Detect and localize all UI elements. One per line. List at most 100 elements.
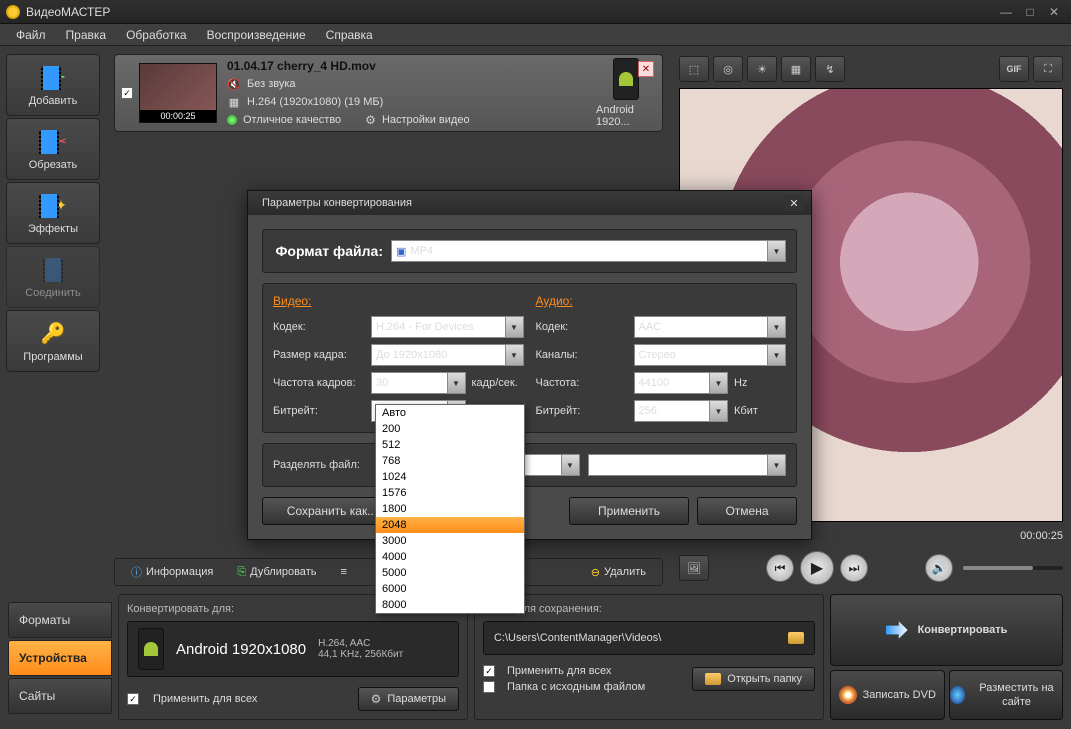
video-codec-combo[interactable]: H.264 - For Devices▼ (371, 316, 524, 338)
sidebar-add-label: Добавить (29, 95, 78, 107)
codec-icon: ▦ (227, 95, 241, 109)
dialog-close-button[interactable]: ✕ (785, 195, 803, 211)
speed-tool[interactable]: ↯ (815, 56, 845, 82)
sidebar-programs-label: Программы (23, 351, 82, 363)
file-thumbnail[interactable]: 00:00:25 (139, 63, 217, 123)
sidebar-programs[interactable]: 🔑Программы (6, 310, 100, 372)
phone-icon (613, 58, 639, 100)
snapshot-button[interactable]: 🖼 (679, 555, 709, 581)
android-icon (619, 72, 633, 86)
bitrate-option[interactable]: 512 (376, 437, 524, 453)
applyall-label: Применить для всех (153, 693, 257, 705)
video-fps-combo[interactable]: 30▼ (371, 372, 466, 394)
bitrate-option[interactable]: Авто (376, 405, 524, 421)
next-button[interactable]: ⏭ (840, 554, 868, 582)
bitrate-option[interactable]: 5000 (376, 565, 524, 581)
menubar: Файл Правка Обработка Воспроизведение Сп… (0, 24, 1071, 46)
browse-folder-button[interactable] (788, 632, 804, 644)
play-button[interactable]: ▶ (800, 551, 834, 585)
sidebar-effects[interactable]: ✦Эффекты (6, 182, 100, 244)
quality-led-icon (227, 115, 237, 125)
file-nosound: Без звука (247, 78, 296, 90)
audio-channels-combo[interactable]: Стерео▼ (634, 344, 787, 366)
bitrate-option[interactable]: 200 (376, 421, 524, 437)
volume-slider[interactable] (963, 566, 1063, 570)
bitrate-option[interactable]: 1024 (376, 469, 524, 485)
format-combo[interactable]: ▣MP4▼ (391, 240, 786, 262)
menu-process[interactable]: Обработка (116, 25, 197, 45)
format-label: Формат файла: (273, 243, 383, 259)
file-card[interactable]: ✓ 00:00:25 01.04.17 cherry_4 HD.mov 🔇Без… (114, 54, 663, 132)
bitrate-option[interactable]: 3000 (376, 533, 524, 549)
thumb-duration: 00:00:25 (140, 110, 216, 122)
split-unit-combo[interactable]: ▼ (588, 454, 787, 476)
file-checkbox[interactable]: ✓ (121, 87, 133, 99)
tab-devices[interactable]: Устройства (8, 640, 112, 676)
convert-button[interactable]: Конвертировать (830, 594, 1063, 666)
conversion-params-dialog: Параметры конвертирования ✕ Формат файла… (247, 190, 812, 540)
bitrate-option[interactable]: 2048 (376, 517, 524, 533)
folder-applyall-checkbox[interactable]: ✓ (483, 665, 495, 677)
bitrate-option[interactable]: 1800 (376, 501, 524, 517)
menu-playback[interactable]: Воспроизведение (197, 25, 316, 45)
bitrate-option[interactable]: 8000 (376, 597, 524, 613)
sidebar-trim-label: Обрезать (29, 159, 78, 171)
tab-formats[interactable]: Форматы (8, 602, 112, 638)
brightness-tool[interactable]: ☀ (747, 56, 777, 82)
minimize-button[interactable]: — (995, 4, 1017, 20)
list-button[interactable]: ≡ (332, 563, 354, 581)
bitrate-option[interactable]: 1576 (376, 485, 524, 501)
delete-button[interactable]: ⊖Удалить (583, 563, 654, 582)
close-button[interactable]: ✕ (1043, 4, 1065, 20)
bitrate-option[interactable]: 4000 (376, 549, 524, 565)
applyall-checkbox[interactable]: ✓ (127, 693, 139, 705)
apply-button[interactable]: Применить (569, 497, 689, 525)
sidebar-trim[interactable]: ✂Обрезать (6, 118, 100, 180)
open-folder-button[interactable]: Открыть папку (692, 667, 815, 691)
file-quality: Отличное качество (243, 114, 341, 126)
publish-button[interactable]: Разместить на сайте (949, 670, 1064, 720)
convert-arrow-icon (886, 619, 908, 641)
info-button[interactable]: ⓘИнформация (123, 561, 221, 583)
sidebar-join: Соединить (6, 246, 100, 308)
device-selector[interactable]: Android 1920x1080 H.264, AAC44,1 KHz, 25… (127, 621, 459, 677)
prev-button[interactable]: ⏮ (766, 554, 794, 582)
sidebar-add[interactable]: +Добавить (6, 54, 100, 116)
gif-tool[interactable]: GIF (999, 56, 1029, 82)
samefolder-checkbox[interactable] (483, 681, 495, 693)
duplicate-button[interactable]: ⎘Дублировать (229, 563, 324, 582)
file-settings-link[interactable]: Настройки видео (382, 114, 470, 126)
menu-help[interactable]: Справка (316, 25, 383, 45)
time-end: 00:00:25 (1020, 530, 1063, 542)
audio-bitrate-combo[interactable]: 256▼ (634, 400, 729, 422)
volume-button[interactable]: 🔊 (925, 554, 953, 582)
sidebar-effects-label: Эффекты (28, 223, 78, 235)
frame-tool[interactable]: ▦ (781, 56, 811, 82)
audio-header: Аудио: (536, 294, 787, 308)
menu-file[interactable]: Файл (6, 25, 56, 45)
file-device-label: Android 1920... (596, 104, 656, 128)
dvd-icon (839, 686, 857, 704)
format-tabs: Форматы Устройства Сайты (8, 594, 112, 720)
video-size-combo[interactable]: До 1920x1080▼ (371, 344, 524, 366)
burn-dvd-button[interactable]: Записать DVD (830, 670, 945, 720)
audio-codec-combo[interactable]: AAC▼ (634, 316, 787, 338)
maximize-button[interactable]: □ (1019, 4, 1041, 20)
folder-label: Папка для сохранения: (483, 603, 815, 615)
menu-edit[interactable]: Правка (56, 25, 117, 45)
crop-tool[interactable]: ⬚ (679, 56, 709, 82)
video-header: Видео: (273, 294, 524, 308)
device-name: Android 1920x1080 (176, 641, 306, 658)
bitrate-option[interactable]: 6000 (376, 581, 524, 597)
file-codec: H.264 (1920x1080) (19 МБ) (247, 96, 383, 108)
file-remove-button[interactable]: ✕ (638, 61, 654, 77)
split-label: Разделять файл: (273, 459, 373, 471)
audio-freq-combo[interactable]: 44100▼ (634, 372, 729, 394)
globe-icon (950, 686, 965, 704)
cancel-button[interactable]: Отмена (697, 497, 797, 525)
fullscreen-tool[interactable]: ⛶ (1033, 56, 1063, 82)
adjust-tool[interactable]: ◎ (713, 56, 743, 82)
tab-sites[interactable]: Сайты (8, 678, 112, 714)
params-button[interactable]: ⚙Параметры (358, 687, 459, 711)
bitrate-option[interactable]: 768 (376, 453, 524, 469)
